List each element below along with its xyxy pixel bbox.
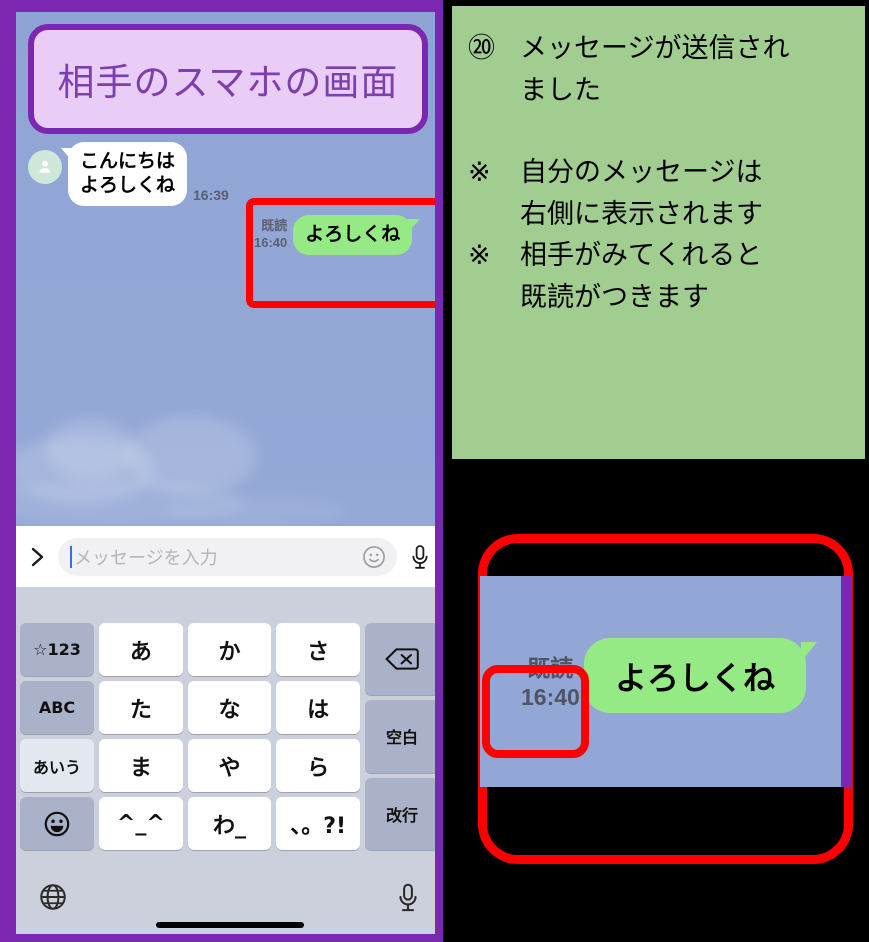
chevron-right-icon — [31, 547, 44, 566]
key-sa[interactable]: さ — [276, 623, 361, 676]
expand-menu-button[interactable] — [16, 545, 58, 569]
keyboard-row-4: ^_^ わ_ 、。?! — [99, 797, 361, 850]
message-bubble-outgoing[interactable]: よろしくね — [293, 215, 421, 255]
note-2-line-2: 既読がつきます — [520, 282, 709, 314]
emoji-button[interactable] — [361, 544, 387, 570]
read-receipt-block: 既読 16:40 — [254, 218, 287, 251]
cloud-decoration — [126, 416, 256, 496]
note-2-line-1: 相手がみてくれると — [520, 240, 763, 272]
keyboard-column-left: ☆123 ABC あいう — [20, 623, 94, 850]
detail-message-bubble: よろしくね — [584, 638, 817, 713]
note-marker-icon: ※ — [468, 240, 491, 272]
microphone-icon — [412, 544, 428, 569]
instruction-step: ⑳ メッセージが送信され — [468, 28, 849, 70]
message-text-field[interactable]: メッセージを入力 — [58, 537, 397, 576]
message-timestamp: 16:40 — [254, 234, 288, 250]
screen-title-banner: 相手のスマホの画面 — [28, 24, 428, 134]
key-abc[interactable]: ABC — [20, 681, 94, 734]
key-wa[interactable]: わ_ — [187, 797, 272, 850]
microphone-icon — [399, 883, 417, 912]
note-marker-icon: ※ — [468, 156, 491, 188]
phone-mockup: 相手のスマホの画面 こんにちは よろしくね 16:39 既読 16:40 よろし… — [0, 0, 443, 942]
key-ta[interactable]: た — [99, 681, 183, 734]
globe-icon — [40, 884, 66, 910]
key-ha[interactable]: は — [276, 681, 361, 734]
note-1-line-2: 右側に表示されます — [520, 198, 763, 230]
cloud-decoration — [46, 418, 136, 480]
message-input-placeholder: メッセージを入力 — [74, 547, 218, 569]
keyboard-grid: ☆123 ABC あいう あ か さ た な は ま や ら ^_^ わ_ 、。… — [16, 623, 435, 850]
key-delete[interactable] — [365, 623, 435, 696]
keyboard-row-1: あ か さ — [99, 623, 361, 676]
step-text-line-2: ました — [520, 74, 601, 106]
screenshot-root: 相手のスマホの画面 こんにちは よろしくね 16:39 既読 16:40 よろし… — [0, 0, 869, 942]
message-input-bar: メッセージを入力 — [16, 526, 435, 587]
key-a[interactable]: あ — [99, 623, 183, 676]
key-space[interactable]: 空白 — [365, 700, 435, 773]
instruction-note-1: ※ 自分のメッセージは — [468, 152, 849, 194]
dictation-button[interactable] — [395, 882, 421, 919]
instruction-note-2: ※ 相手がみてくれると — [468, 235, 849, 277]
key-ya[interactable]: や — [187, 739, 272, 792]
key-ma[interactable]: ま — [99, 739, 183, 792]
keyboard-row-2: た な は — [99, 681, 361, 734]
keyboard-bottom-bar — [16, 868, 435, 934]
cloud-decoration — [166, 496, 346, 526]
step-number: ⑳ — [468, 33, 495, 64]
voice-message-button[interactable] — [397, 543, 435, 571]
smiley-icon — [363, 545, 385, 568]
read-label: 既読 — [261, 218, 288, 234]
step-text-line-1: メッセージが送信され — [520, 33, 790, 64]
keyboard-row-3: ま や ら — [99, 739, 361, 792]
key-symbols[interactable]: ☆123 — [20, 623, 94, 676]
note-spacer — [468, 112, 849, 152]
message-row-incoming: こんにちは よろしくね 16:39 — [28, 142, 229, 206]
key-na[interactable]: な — [187, 681, 272, 734]
keyboard-column-middle: あ か さ た な は ま や ら ^_^ わ_ 、。?! — [99, 623, 361, 850]
key-return[interactable]: 改行 — [365, 777, 435, 850]
emoji-icon — [44, 811, 70, 836]
banner-label: 相手のスマホの画面 — [57, 61, 399, 104]
key-kana[interactable]: あいう — [20, 739, 94, 792]
text-caret — [70, 545, 72, 568]
key-emoji[interactable] — [20, 797, 94, 850]
home-indicator — [155, 922, 304, 928]
delete-icon — [385, 648, 419, 670]
key-kaomoji[interactable]: ^_^ — [99, 797, 183, 850]
keyboard-suggestion-bar — [16, 587, 435, 623]
note-1-line-1: 自分のメッセージは — [520, 156, 763, 188]
phone-screen: 相手のスマホの画面 こんにちは よろしくね 16:39 既読 16:40 よろし… — [16, 12, 435, 934]
avatar — [28, 149, 62, 184]
person-icon — [39, 160, 51, 173]
phone-frame-edge — [841, 576, 851, 787]
keyboard-column-right: 空白 改行 — [365, 623, 435, 850]
highlight-rect-read-receipt — [482, 665, 589, 758]
message-timestamp: 16:39 — [193, 186, 229, 203]
key-ka[interactable]: か — [187, 623, 272, 676]
key-punctuation[interactable]: 、。?! — [276, 797, 361, 850]
message-row-outgoing: 既読 16:40 よろしくね — [254, 215, 421, 255]
keyboard-switch-button[interactable] — [38, 882, 68, 917]
software-keyboard: ☆123 ABC あいう あ か さ た な は ま や ら ^_^ わ_ 、。… — [16, 587, 435, 934]
key-ra[interactable]: ら — [276, 739, 361, 792]
instruction-note: ⑳ メッセージが送信され ました ※ 自分のメッセージは 右側に表示されます ※… — [452, 6, 865, 459]
message-bubble-incoming[interactable]: こんにちは よろしくね — [60, 142, 188, 206]
